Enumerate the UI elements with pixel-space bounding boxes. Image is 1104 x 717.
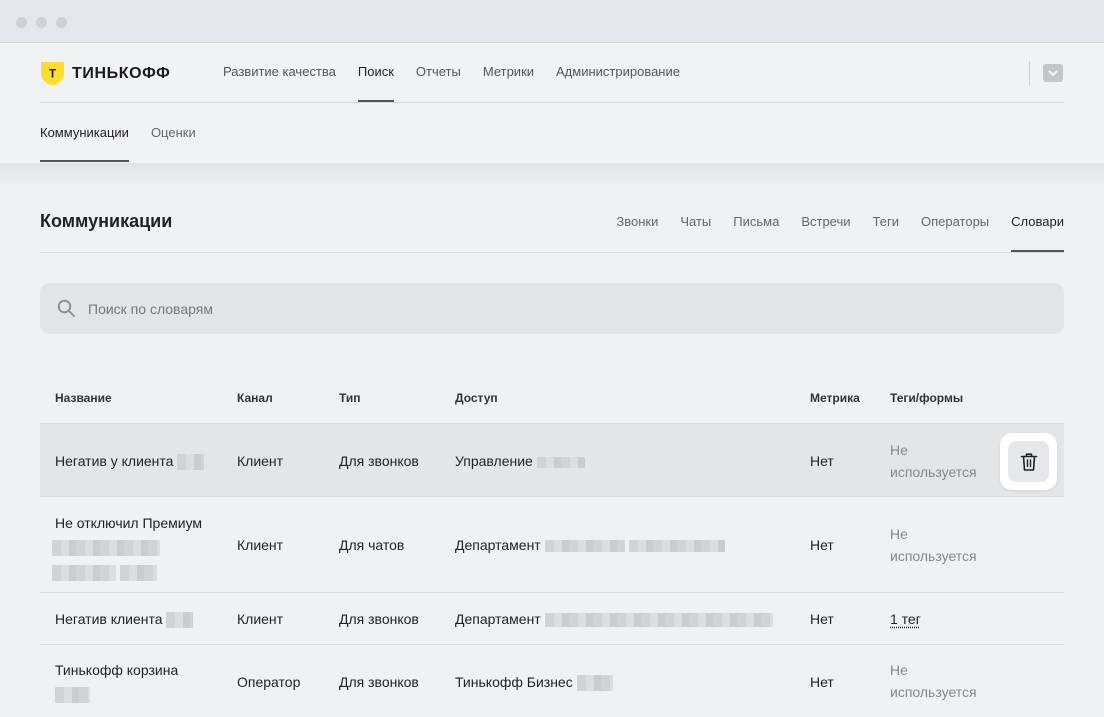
row-channel: Клиент <box>237 453 284 469</box>
row-metric: Нет <box>810 453 834 469</box>
delete-button-inner <box>1008 441 1049 482</box>
row-type: Для звонков <box>339 453 419 469</box>
subnav-item-ratings[interactable]: Оценки <box>151 125 196 163</box>
column-header-type[interactable]: Тип <box>339 391 361 405</box>
search-icon <box>57 299 75 317</box>
header-vertical-separator <box>1029 61 1030 85</box>
table-row[interactable]: Негатив у клиента Клиент Для звонков Упр… <box>40 423 1064 497</box>
row-name-cell: Негатив клиента <box>55 608 194 630</box>
redacted-block <box>177 454 205 471</box>
topnav-item-quality[interactable]: Развитие качества <box>223 64 336 102</box>
table-row[interactable]: Негатив клиента Клиент Для звонков Депар… <box>40 593 1064 645</box>
tabs-divider <box>40 252 1064 253</box>
logo[interactable]: Т ТИНЬКОФФ <box>40 61 170 86</box>
row-tags-line1: Не <box>890 442 908 458</box>
row-access: Тинькофф Бизнес <box>455 674 573 690</box>
header-shadow <box>0 163 1104 187</box>
header-divider <box>40 102 1064 103</box>
window-close-dot[interactable] <box>16 17 27 28</box>
window-minimize-dot[interactable] <box>36 17 47 28</box>
row-name: Негатив у клиента <box>55 453 174 469</box>
sub-navigation: Коммуникации Оценки <box>40 125 218 163</box>
row-tags-line2: используется <box>890 548 977 564</box>
row-channel: Клиент <box>237 611 284 627</box>
row-name-cell: Не отключил Премиум <box>52 512 203 583</box>
row-name: Негатив клиента <box>55 611 163 627</box>
row-name: Не отключил Премиум <box>55 515 203 531</box>
tab-letters[interactable]: Письма <box>733 214 779 252</box>
row-name-cell: Тинькофф корзина <box>55 659 178 705</box>
row-name: Тинькофф корзина <box>55 662 179 678</box>
row-tags-line2: используется <box>890 684 977 700</box>
row-access-cell: Департамент <box>455 608 773 630</box>
row-access: Департамент <box>455 611 541 627</box>
column-header-metric[interactable]: Метрика <box>810 391 860 405</box>
topnav-item-reports[interactable]: Отчеты <box>416 64 461 102</box>
redacted-block <box>544 613 773 628</box>
topnav-item-search[interactable]: Поиск <box>357 64 394 102</box>
redacted-block <box>536 456 585 468</box>
row-access-cell: Департамент <box>455 534 725 556</box>
row-tags: Не используется <box>890 523 977 567</box>
user-menu-button[interactable] <box>1043 64 1063 82</box>
tab-meetings[interactable]: Встречи <box>801 214 850 252</box>
section-tabs: Звонки Чаты Письма Встречи Теги Оператор… <box>594 214 1064 252</box>
tab-chats[interactable]: Чаты <box>680 214 711 252</box>
redacted-block <box>52 540 160 557</box>
row-access: Департамент <box>455 537 541 553</box>
row-metric: Нет <box>810 537 834 553</box>
redacted-block <box>166 612 194 629</box>
redacted-block <box>119 565 157 582</box>
row-tags: Не используется <box>890 439 977 483</box>
tab-tags[interactable]: Теги <box>873 214 899 252</box>
search-bar <box>40 283 1064 334</box>
column-header-access[interactable]: Доступ <box>455 391 498 405</box>
redacted-block <box>628 540 725 553</box>
svg-text:Т: Т <box>49 67 57 81</box>
table-row[interactable]: Не отключил Премиум Клиент Для чатов Деп… <box>40 497 1064 593</box>
row-tags-link[interactable]: 1 тег <box>890 608 921 630</box>
row-access-cell: Тинькофф Бизнес <box>455 671 613 693</box>
row-tags-line1: Не <box>890 662 908 678</box>
window-titlebar <box>0 0 1104 43</box>
tab-operators[interactable]: Операторы <box>921 214 989 252</box>
row-type: Для звонков <box>339 674 419 690</box>
column-header-channel[interactable]: Канал <box>237 391 273 405</box>
row-tags: Не используется <box>890 659 977 703</box>
row-access: Управление <box>455 453 533 469</box>
row-name-cell: Негатив у клиента <box>55 450 205 472</box>
row-channel: Клиент <box>237 537 284 553</box>
row-access-cell: Управление <box>455 450 585 472</box>
row-type: Для чатов <box>339 537 405 553</box>
row-metric: Нет <box>810 611 834 627</box>
tab-calls[interactable]: Звонки <box>616 214 658 252</box>
subnav-item-communications[interactable]: Коммуникации <box>40 125 129 163</box>
topnav-item-metrics[interactable]: Метрики <box>483 64 534 102</box>
redacted-block <box>544 540 625 553</box>
tab-dictionaries[interactable]: Словари <box>1011 214 1064 252</box>
chevron-down-icon <box>1048 70 1058 77</box>
row-type: Для звонков <box>339 611 419 627</box>
redacted-block <box>576 675 613 692</box>
topnav-item-admin[interactable]: Администрирование <box>556 64 680 102</box>
search-input[interactable] <box>88 283 988 334</box>
column-header-name[interactable]: Название <box>55 391 112 405</box>
page-title: Коммуникации <box>40 211 173 231</box>
trash-icon <box>1020 452 1037 471</box>
top-navigation: Развитие качества Поиск Отчеты Метрики А… <box>223 64 702 102</box>
delete-button[interactable] <box>1000 433 1057 490</box>
redacted-block <box>52 565 116 582</box>
window-maximize-dot[interactable] <box>56 17 67 28</box>
redacted-block <box>55 687 90 704</box>
row-tags-line2: используется <box>890 464 977 480</box>
shield-logo-icon: Т <box>40 61 65 86</box>
column-header-tags[interactable]: Теги/формы <box>890 391 963 405</box>
table-row[interactable]: Тинькофф корзина Оператор Для звонков Ти… <box>40 645 1064 717</box>
logo-text: ТИНЬКОФФ <box>72 64 171 82</box>
row-channel: Оператор <box>237 674 301 690</box>
row-metric: Нет <box>810 674 834 690</box>
row-tags-line1: Не <box>890 526 908 542</box>
